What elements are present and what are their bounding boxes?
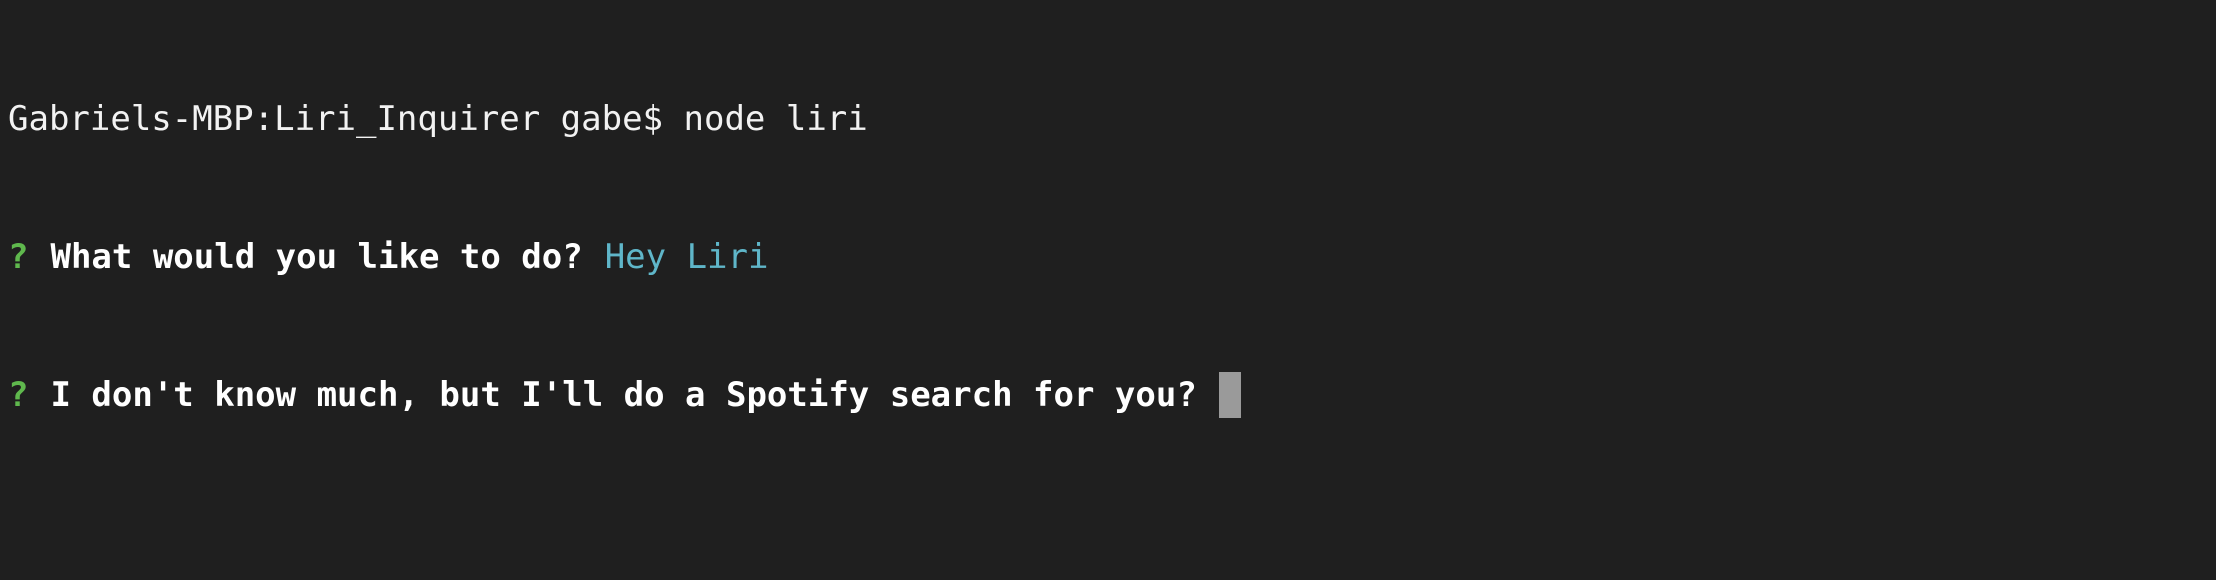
terminal-window[interactable]: Gabriels-MBP:Liri_Inquirer gabe$ node li… [0, 0, 2216, 580]
terminal-line-question-2: ? I don't know much, but I'll do a Spotif… [8, 372, 2216, 418]
question-text: I don't know much, but I'll do a Spotify… [50, 375, 1197, 415]
question-marker: ? [8, 375, 29, 415]
terminal-line-question-1: ? What would you like to do? Hey Liri [8, 234, 2216, 280]
shell-prompt: Gabriels-MBP:Liri_Inquirer gabe$ [8, 99, 684, 139]
question-text: What would you like to do? [50, 237, 583, 277]
command-text: node liri [683, 99, 868, 139]
text-cursor[interactable] [1218, 372, 1241, 418]
question-marker: ? [8, 237, 29, 277]
terminal-line-command: Gabriels-MBP:Liri_Inquirer gabe$ node li… [8, 96, 2216, 142]
answer-text: Hey Liri [604, 237, 769, 277]
